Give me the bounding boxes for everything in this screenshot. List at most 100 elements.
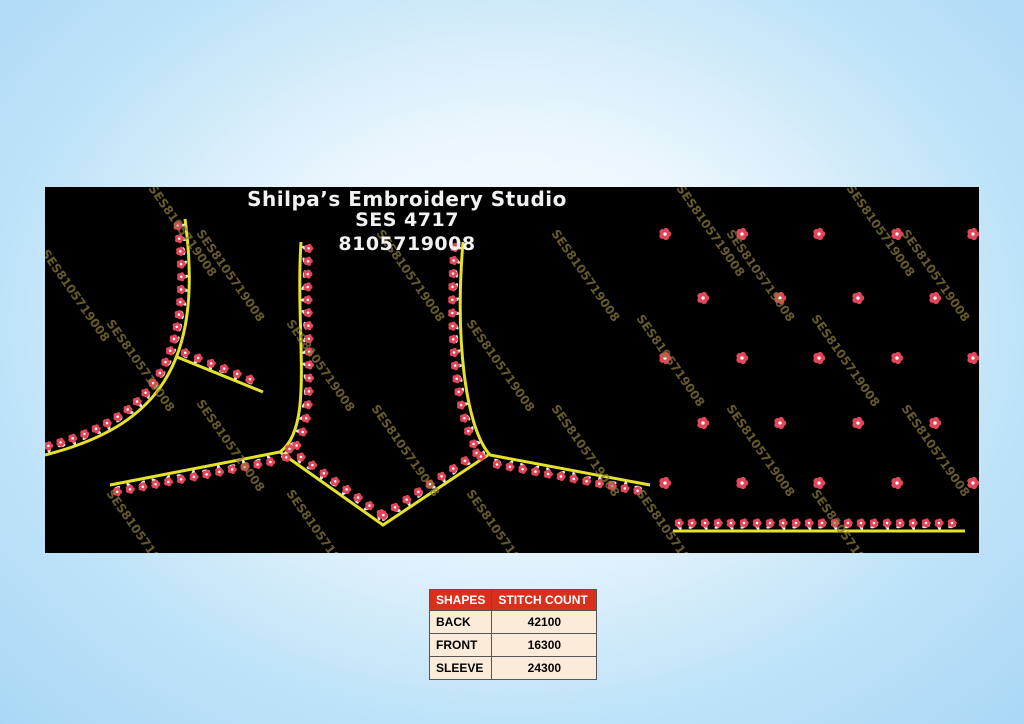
- flower-motif: [308, 460, 318, 470]
- flower-motif: [456, 400, 466, 410]
- back-butta-motif: [852, 416, 865, 430]
- flower-motif: [365, 501, 375, 511]
- flower-motif: [674, 518, 684, 528]
- flower-motif: [450, 361, 460, 371]
- table-row: FRONT 16300: [428, 633, 598, 657]
- flower-motif: [448, 282, 458, 292]
- design-code: SES 4717: [355, 209, 459, 231]
- flower-motif: [448, 295, 458, 305]
- stitch-count: 16300: [491, 633, 598, 657]
- flower-motif: [700, 518, 710, 528]
- flower-motif: [791, 518, 801, 528]
- flower-motif: [452, 374, 462, 384]
- flower-motif: [298, 427, 308, 437]
- flower-motif: [177, 272, 187, 282]
- flower-motif: [215, 467, 225, 477]
- flower-motif: [301, 413, 311, 423]
- flower-motif: [449, 255, 459, 266]
- flower-motif: [713, 518, 723, 528]
- flower-motif: [151, 479, 161, 489]
- flower-motif: [304, 386, 314, 396]
- flower-motif: [176, 474, 186, 484]
- flower-motif: [176, 259, 186, 269]
- flower-motif: [180, 348, 190, 358]
- flower-motif: [165, 346, 175, 356]
- flower-motif: [342, 484, 352, 495]
- flower-motif: [448, 308, 458, 318]
- back-butta-motif: [929, 416, 942, 430]
- phone-number: 8105719008: [338, 233, 476, 255]
- flower-motif: [882, 518, 892, 528]
- flower-motif: [305, 373, 315, 383]
- flower-motif: [296, 452, 306, 462]
- stitch-count: 42100: [491, 610, 598, 634]
- flower-motif: [448, 321, 458, 331]
- flower-motif: [164, 477, 174, 487]
- front-outline-right: [458, 241, 651, 487]
- flower-motif: [304, 321, 314, 331]
- flower-motif: [353, 492, 363, 503]
- flower-motif: [45, 441, 54, 451]
- flower-motif: [125, 484, 135, 494]
- flower-motif: [266, 457, 276, 467]
- table-row: SLEEVE 24300: [428, 656, 598, 680]
- back-butta-motif: [697, 291, 710, 305]
- column-header-shapes: SHAPES: [428, 589, 493, 611]
- flower-motif: [869, 518, 879, 528]
- flower-motif: [303, 295, 313, 305]
- flower-motif: [804, 518, 814, 528]
- flower-motif: [303, 308, 313, 318]
- back-butta-motif: [891, 476, 904, 490]
- back-butta-motif: [852, 291, 865, 305]
- shape-name: BACK: [428, 610, 493, 634]
- back-butta-motif: [967, 351, 979, 365]
- flower-motif: [726, 518, 736, 528]
- flower-motif: [189, 472, 199, 482]
- flower-motif: [518, 464, 528, 474]
- table-row: BACK 42100: [428, 610, 598, 634]
- flower-motif: [687, 518, 697, 528]
- flower-motif: [908, 518, 918, 528]
- back-butta-motif: [967, 227, 979, 241]
- flower-motif: [319, 468, 329, 478]
- stitch-count: 24300: [491, 656, 598, 680]
- embroidery-design-canvas: SES8105719008 SES8105719008 SES810571900…: [45, 187, 979, 553]
- flower-motif: [505, 462, 515, 472]
- back-butta-motif: [774, 416, 787, 430]
- flower-motif: [68, 433, 78, 443]
- flower-motif: [303, 400, 313, 410]
- flower-motif: [219, 364, 229, 374]
- column-header-stitch-count: STITCH COUNT: [491, 589, 598, 611]
- flower-motif: [460, 413, 470, 423]
- flower-motif: [492, 459, 502, 470]
- flower-motif: [330, 476, 340, 486]
- shape-name: FRONT: [428, 633, 493, 657]
- stitch-count-table: SHAPES STITCH COUNT BACK 42100 FRONT 163…: [428, 589, 598, 680]
- flower-motif: [232, 369, 242, 379]
- flower-motif: [449, 347, 459, 358]
- flower-motif: [176, 284, 186, 295]
- studio-name: Shilpa’s Embroidery Studio: [247, 187, 567, 211]
- flower-motif: [303, 282, 313, 292]
- flower-motif: [934, 518, 944, 528]
- back-butta-motif: [659, 476, 672, 490]
- flower-motif: [778, 518, 788, 528]
- flower-motif: [206, 358, 216, 368]
- flower-motif: [569, 474, 579, 484]
- flower-motif: [245, 374, 255, 384]
- flower-motif: [543, 469, 553, 479]
- back-butta-motif: [697, 416, 710, 430]
- sleeve-cut-line: [176, 355, 264, 394]
- flower-motif: [138, 482, 148, 492]
- table-header-row: SHAPES STITCH COUNT: [428, 589, 598, 611]
- flower-motif: [193, 353, 203, 363]
- flower-motif: [469, 439, 479, 449]
- back-butta-motif: [736, 351, 749, 365]
- back-butta-motif: [813, 351, 826, 365]
- flower-motif: [765, 518, 775, 528]
- flower-motif: [176, 297, 186, 307]
- flower-motif: [739, 518, 749, 528]
- flower-motif: [531, 467, 541, 477]
- flower-motif: [856, 518, 866, 528]
- flower-motif: [303, 256, 313, 266]
